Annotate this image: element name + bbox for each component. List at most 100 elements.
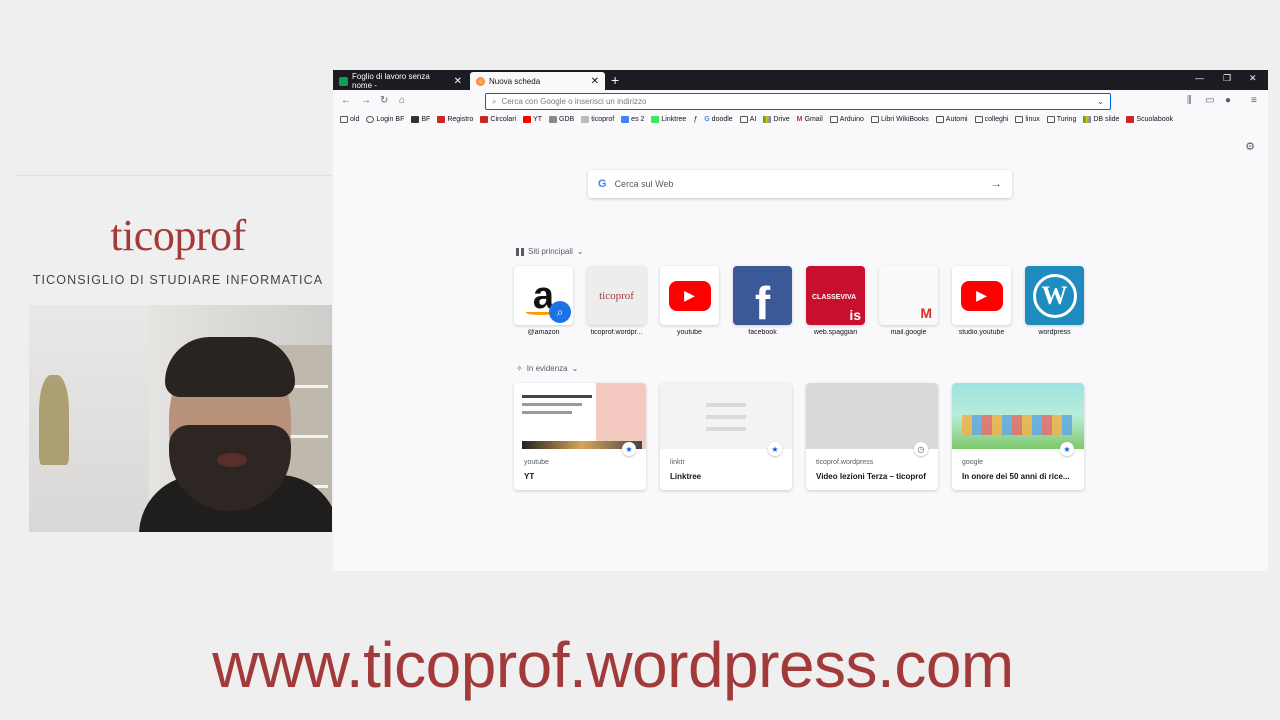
bookmark-item[interactable]: old (340, 115, 359, 123)
folder-icon (1015, 115, 1024, 123)
reload-icon[interactable]: ↻ (380, 95, 388, 106)
grid-icon (516, 247, 524, 256)
top-sites-grid: a ⌕ @amazon ticoprof ticoprof.wordpr... … (514, 266, 1084, 336)
youtube-icon: ▶ (660, 266, 719, 325)
bookmark-item[interactable]: DB slide (1083, 115, 1119, 123)
chevron-down-icon: ⌄ (571, 364, 579, 373)
bookmark-item[interactable]: M Gmail (797, 116, 823, 123)
bookmark-item[interactable]: Scuolabook (1126, 115, 1173, 123)
bookmark-item[interactable]: Automi (935, 115, 968, 123)
bookmark-item[interactable]: Gdoodle (704, 116, 732, 123)
folder-icon (340, 115, 348, 123)
docs-icon (621, 115, 630, 123)
library-icon[interactable]: ⫼ (1187, 95, 1192, 106)
web-search-box[interactable]: G Cerca sul Web → (588, 170, 1012, 198)
back-icon[interactable]: ← (341, 95, 351, 106)
highlight-card-ticoprof[interactable]: ◷ ticoprof.wordpress Video lezioni Terza… (806, 383, 938, 490)
highlights-heading[interactable]: ✧ In evidenza ⌄ (516, 364, 578, 373)
highlight-source: google (962, 459, 984, 466)
bookmark-item[interactable]: Linktree (651, 115, 686, 123)
home-icon[interactable]: ⌂ (399, 95, 405, 106)
linktree-icon (651, 115, 660, 123)
bookmark-item[interactable]: colleghi (974, 115, 1008, 123)
url-bar[interactable]: ⌕ Cerca con Google o inserisci un indiri… (485, 93, 1111, 110)
top-site-gmail[interactable]: M mail.google (879, 266, 938, 336)
divider-line (15, 175, 332, 176)
bookmark-icon (411, 115, 420, 123)
bookmark-item[interactable]: Drive (763, 115, 790, 123)
site-label: studio.youtube (958, 329, 1005, 336)
bookmark-item[interactable]: YT (523, 115, 542, 123)
site-label: youtube (677, 329, 702, 336)
forward-icon[interactable]: → (361, 95, 371, 106)
search-icon: ⌕ (492, 96, 497, 106)
search-icon: ⌕ (549, 301, 571, 323)
bookmark-item[interactable]: Arduino (829, 115, 864, 123)
footer-url: www.ticoprof.wordpress.com (212, 629, 1014, 701)
site-label: ticoprof.wordpr... (590, 329, 643, 336)
top-sites-heading[interactable]: Siti principali ⌄ (516, 247, 584, 256)
gear-icon[interactable]: ⚙ (1245, 140, 1255, 153)
bookmark-item[interactable]: es 2 (621, 115, 644, 123)
clock-icon: ◷ (914, 442, 928, 456)
bookmark-item[interactable]: Turing (1046, 115, 1076, 123)
top-site-youtube[interactable]: ▶ youtube (660, 266, 719, 336)
bookmark-item[interactable]: Registro (437, 115, 473, 123)
brand-title: ticoprof (110, 211, 246, 260)
highlight-card-linktree[interactable]: ★ linktr Linktree (660, 383, 792, 490)
sparkle-icon: ✧ (516, 364, 523, 373)
top-site-wordpress[interactable]: W wordpress (1025, 266, 1084, 336)
bookmark-item[interactable]: ticoprof (581, 115, 614, 123)
top-site-ticoprof[interactable]: ticoprof ticoprof.wordpr... (587, 266, 646, 336)
chevron-down-icon[interactable]: ⌄ (1097, 97, 1104, 106)
minimize-icon[interactable]: — (1195, 73, 1204, 83)
sidebar-icon[interactable]: ▭ (1205, 95, 1214, 106)
bookmark-item[interactable]: AI (739, 115, 756, 123)
top-site-studio-youtube[interactable]: ▶ studio.youtube (952, 266, 1011, 336)
bookmark-icon (480, 115, 489, 123)
highlight-source: linktr (670, 459, 685, 466)
site-label: mail.google (890, 329, 927, 336)
url-placeholder: Cerca con Google o inserisci un indirizz… (501, 97, 647, 106)
bookmark-item[interactable]: ƒ (693, 116, 697, 123)
bookmark-item[interactable]: linux (1015, 115, 1040, 123)
pin-icon: ★ (622, 442, 636, 456)
top-site-amazon[interactable]: a ⌕ @amazon (514, 266, 573, 336)
function-icon: ƒ (693, 115, 698, 123)
highlight-card-youtube[interactable]: ★ youtube YT (514, 383, 646, 490)
new-tab-button[interactable]: + (611, 72, 619, 88)
highlight-source: youtube (524, 459, 549, 466)
folder-icon (829, 115, 838, 123)
close-icon[interactable]: ✕ (454, 76, 462, 87)
page-thumbnail (806, 383, 938, 449)
close-icon[interactable]: ✕ (591, 76, 599, 87)
firefox-icon (476, 76, 485, 86)
bookmarks-toolbar: old Login BF BF Registro Circolari YT GD… (333, 112, 1268, 126)
site-label: @amazon (527, 329, 560, 336)
bookmark-icon (1126, 115, 1135, 123)
page-thumbnail (660, 383, 792, 449)
bookmark-item[interactable]: GDB (549, 115, 574, 123)
highlight-card-google[interactable]: ★ google In onore dei 50 anni di rice... (952, 383, 1084, 490)
bookmark-item[interactable]: Circolari (480, 115, 516, 123)
tab-sheets[interactable]: Foglio di lavoro senza nome - ✕ (333, 72, 468, 90)
tab-strip: Foglio di lavoro senza nome - ✕ Nuova sc… (333, 70, 1268, 90)
bookmark-item[interactable]: Libri WikiBooks (870, 115, 929, 123)
heading-label: Siti principali (528, 247, 573, 256)
bookmark-item[interactable]: Login BF (366, 115, 404, 123)
chevron-down-icon: ⌄ (576, 247, 584, 256)
amazon-icon: a ⌕ (514, 266, 573, 325)
new-tab-page: ⚙ G Cerca sul Web → Siti principali ⌄ a … (333, 126, 1268, 571)
google-icon: G (598, 178, 607, 190)
account-icon[interactable]: ● (1225, 95, 1231, 106)
highlight-title: YT (524, 472, 535, 481)
bookmark-item[interactable]: BF (411, 115, 430, 123)
close-window-icon[interactable]: ✕ (1249, 73, 1257, 84)
pin-icon: ★ (1060, 442, 1074, 456)
top-site-facebook[interactable]: f facebook (733, 266, 792, 336)
arrow-right-icon[interactable]: → (991, 178, 1002, 190)
menu-icon[interactable]: ≡ (1251, 95, 1257, 106)
tab-new-tab[interactable]: Nuova scheda ✕ (470, 72, 605, 90)
restore-icon[interactable]: ❐ (1223, 73, 1231, 84)
top-site-spaggiari[interactable]: CLASSEVIVA is web.spaggiari (806, 266, 865, 336)
